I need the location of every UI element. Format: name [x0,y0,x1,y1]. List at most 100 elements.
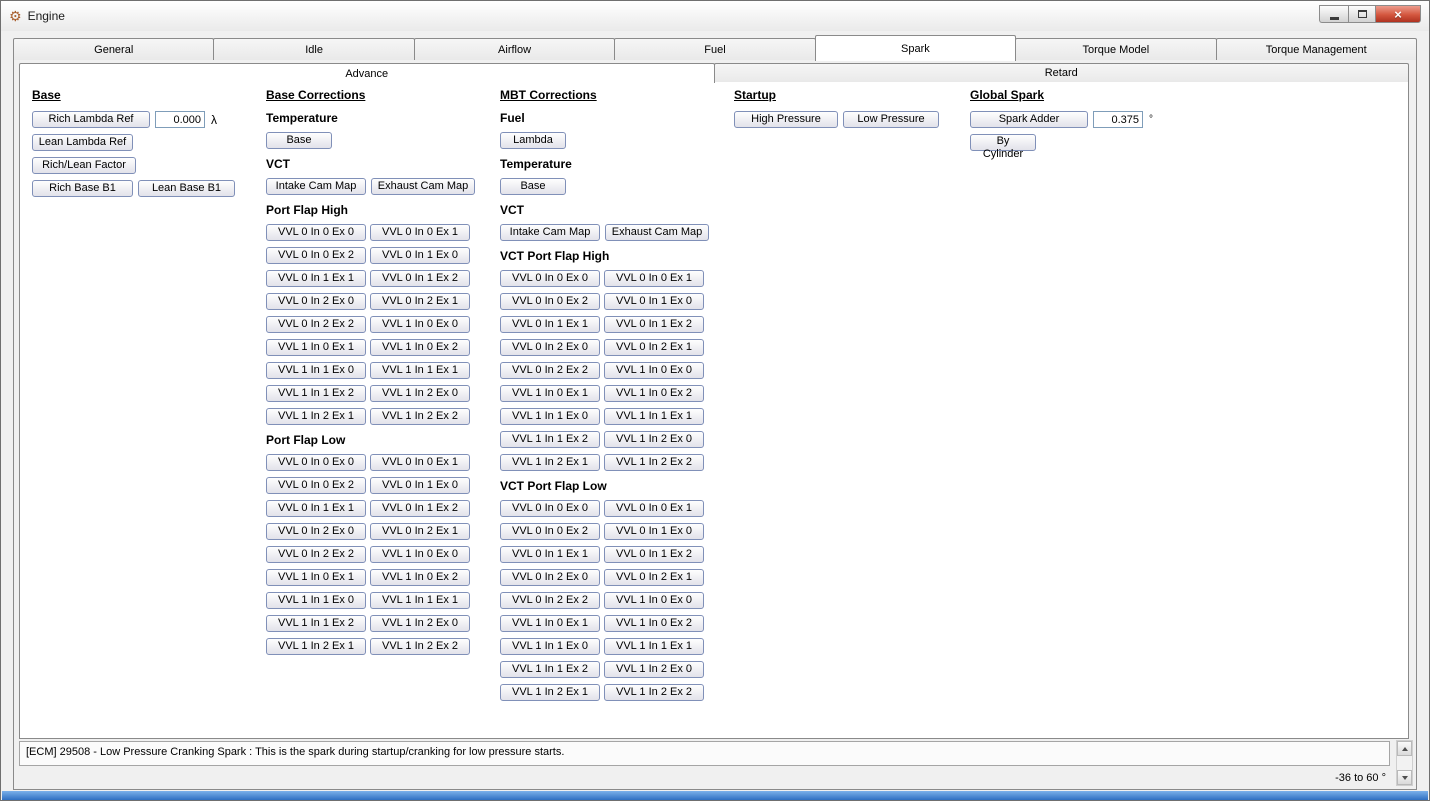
low-pressure-button[interactable]: Low Pressure [843,111,939,128]
bc-temperature-base-button[interactable]: Base [266,132,332,149]
vvl-map-button[interactable]: VVL 0 In 2 Ex 1 [370,523,470,540]
vvl-map-button[interactable]: VVL 1 In 0 Ex 0 [604,362,704,379]
vvl-map-button[interactable]: VVL 0 In 2 Ex 2 [266,546,366,563]
vvl-map-button[interactable]: VVL 0 In 2 Ex 1 [604,339,704,356]
vvl-map-button[interactable]: VVL 1 In 0 Ex 0 [370,546,470,563]
vvl-map-button[interactable]: VVL 1 In 0 Ex 0 [604,592,704,609]
vvl-map-button[interactable]: VVL 1 In 1 Ex 2 [500,431,600,448]
vvl-map-button[interactable]: VVL 0 In 1 Ex 2 [370,270,470,287]
bc-exhaust-cam-map-button[interactable]: Exhaust Cam Map [371,178,475,195]
lean-lambda-ref-button[interactable]: Lean Lambda Ref [32,134,133,151]
help-scrollbar[interactable] [1396,740,1413,786]
vvl-map-button[interactable]: VVL 1 In 0 Ex 2 [370,569,470,586]
vvl-map-button[interactable]: VVL 1 In 1 Ex 0 [500,408,600,425]
vvl-map-button[interactable]: VVL 1 In 1 Ex 1 [370,592,470,609]
minimize-button[interactable] [1319,5,1348,23]
vvl-map-button[interactable]: VVL 1 In 0 Ex 0 [370,316,470,333]
vvl-map-button[interactable]: VVL 1 In 0 Ex 2 [604,385,704,402]
vvl-map-button[interactable]: VVL 0 In 2 Ex 0 [266,523,366,540]
subtab-retard[interactable]: Retard [714,63,1410,82]
vvl-map-button[interactable]: VVL 1 In 1 Ex 2 [500,661,600,678]
tab-torque-model[interactable]: Torque Model [1015,38,1216,60]
vvl-map-button[interactable]: VVL 1 In 2 Ex 1 [266,638,366,655]
vvl-map-button[interactable]: VVL 1 In 2 Ex 0 [370,385,470,402]
vvl-map-button[interactable]: VVL 1 In 2 Ex 0 [604,661,704,678]
lean-base-b1-button[interactable]: Lean Base B1 [138,180,235,197]
vvl-map-button[interactable]: VVL 0 In 2 Ex 2 [500,592,600,609]
bc-intake-cam-map-button[interactable]: Intake Cam Map [266,178,366,195]
vvl-map-button[interactable]: VVL 0 In 1 Ex 0 [370,247,470,264]
vvl-map-button[interactable]: VVL 1 In 2 Ex 1 [500,454,600,471]
mbt-exhaust-cam-map-button[interactable]: Exhaust Cam Map [605,224,709,241]
vvl-map-button[interactable]: VVL 1 In 0 Ex 2 [604,615,704,632]
vvl-map-button[interactable]: VVL 0 In 1 Ex 0 [604,293,704,310]
vvl-map-button[interactable]: VVL 1 In 1 Ex 0 [266,362,366,379]
tab-idle[interactable]: Idle [213,38,414,60]
rich-lambda-ref-input[interactable] [155,111,205,128]
vvl-map-button[interactable]: VVL 0 In 2 Ex 0 [500,339,600,356]
mbt-temperature-base-button[interactable]: Base [500,178,566,195]
vvl-map-button[interactable]: VVL 1 In 0 Ex 1 [500,615,600,632]
vvl-map-button[interactable]: VVL 0 In 1 Ex 0 [604,523,704,540]
vvl-map-button[interactable]: VVL 1 In 2 Ex 2 [370,638,470,655]
tab-torque-management[interactable]: Torque Management [1216,38,1417,60]
vvl-map-button[interactable]: VVL 0 In 0 Ex 1 [370,454,470,471]
close-button[interactable]: × [1375,5,1421,23]
vvl-map-button[interactable]: VVL 0 In 2 Ex 2 [500,362,600,379]
vvl-map-button[interactable]: VVL 1 In 0 Ex 1 [266,339,366,356]
vvl-map-button[interactable]: VVL 1 In 2 Ex 2 [370,408,470,425]
spark-adder-button[interactable]: Spark Adder [970,111,1088,128]
mbt-fuel-lambda-button[interactable]: Lambda [500,132,566,149]
rich-lambda-ref-button[interactable]: Rich Lambda Ref [32,111,150,128]
vvl-map-button[interactable]: VVL 1 In 0 Ex 2 [370,339,470,356]
vvl-map-button[interactable]: VVL 1 In 2 Ex 0 [370,615,470,632]
vvl-map-button[interactable]: VVL 0 In 1 Ex 1 [266,270,366,287]
high-pressure-button[interactable]: High Pressure [734,111,838,128]
vvl-map-button[interactable]: VVL 0 In 0 Ex 1 [604,500,704,517]
vvl-map-button[interactable]: VVL 1 In 2 Ex 0 [604,431,704,448]
tab-airflow[interactable]: Airflow [414,38,615,60]
vvl-map-button[interactable]: VVL 0 In 0 Ex 2 [500,523,600,540]
scroll-down-button[interactable] [1397,770,1412,785]
tab-general[interactable]: General [13,38,214,60]
vvl-map-button[interactable]: VVL 1 In 2 Ex 2 [604,684,704,701]
vvl-map-button[interactable]: VVL 0 In 2 Ex 1 [604,569,704,586]
vvl-map-button[interactable]: VVL 1 In 0 Ex 1 [266,569,366,586]
vvl-map-button[interactable]: VVL 0 In 0 Ex 2 [266,477,366,494]
vvl-map-button[interactable]: VVL 0 In 2 Ex 1 [370,293,470,310]
vvl-map-button[interactable]: VVL 0 In 0 Ex 2 [500,293,600,310]
vvl-map-button[interactable]: VVL 1 In 2 Ex 2 [604,454,704,471]
vvl-map-button[interactable]: VVL 0 In 2 Ex 0 [500,569,600,586]
vvl-map-button[interactable]: VVL 1 In 1 Ex 1 [370,362,470,379]
mbt-intake-cam-map-button[interactable]: Intake Cam Map [500,224,600,241]
tab-spark[interactable]: Spark [815,35,1016,61]
by-cylinder-button[interactable]: By Cylinder [970,134,1036,151]
scroll-up-button[interactable] [1397,741,1412,756]
vvl-map-button[interactable]: VVL 0 In 1 Ex 2 [370,500,470,517]
vvl-map-button[interactable]: VVL 1 In 1 Ex 0 [500,638,600,655]
vvl-map-button[interactable]: VVL 0 In 0 Ex 0 [500,270,600,287]
vvl-map-button[interactable]: VVL 0 In 2 Ex 0 [266,293,366,310]
vvl-map-button[interactable]: VVL 0 In 1 Ex 2 [604,316,704,333]
spark-adder-input[interactable] [1093,111,1143,128]
rich-lean-factor-button[interactable]: Rich/Lean Factor [32,157,136,174]
vvl-map-button[interactable]: VVL 0 In 1 Ex 0 [370,477,470,494]
vvl-map-button[interactable]: VVL 0 In 1 Ex 1 [266,500,366,517]
vvl-map-button[interactable]: VVL 0 In 2 Ex 2 [266,316,366,333]
vvl-map-button[interactable]: VVL 0 In 1 Ex 1 [500,316,600,333]
vvl-map-button[interactable]: VVL 1 In 2 Ex 1 [266,408,366,425]
vvl-map-button[interactable]: VVL 0 In 0 Ex 1 [604,270,704,287]
vvl-map-button[interactable]: VVL 1 In 1 Ex 2 [266,385,366,402]
vvl-map-button[interactable]: VVL 1 In 1 Ex 2 [266,615,366,632]
vvl-map-button[interactable]: VVL 1 In 2 Ex 1 [500,684,600,701]
vvl-map-button[interactable]: VVL 0 In 0 Ex 0 [266,224,366,241]
rich-base-b1-button[interactable]: Rich Base B1 [32,180,133,197]
vvl-map-button[interactable]: VVL 1 In 1 Ex 0 [266,592,366,609]
vvl-map-button[interactable]: VVL 0 In 1 Ex 2 [604,546,704,563]
vvl-map-button[interactable]: VVL 1 In 1 Ex 1 [604,408,704,425]
titlebar[interactable]: ⚙ Engine × [1,1,1429,31]
vvl-map-button[interactable]: VVL 0 In 0 Ex 0 [266,454,366,471]
vvl-map-button[interactable]: VVL 1 In 0 Ex 1 [500,385,600,402]
vvl-map-button[interactable]: VVL 0 In 0 Ex 2 [266,247,366,264]
tab-fuel[interactable]: Fuel [614,38,815,60]
